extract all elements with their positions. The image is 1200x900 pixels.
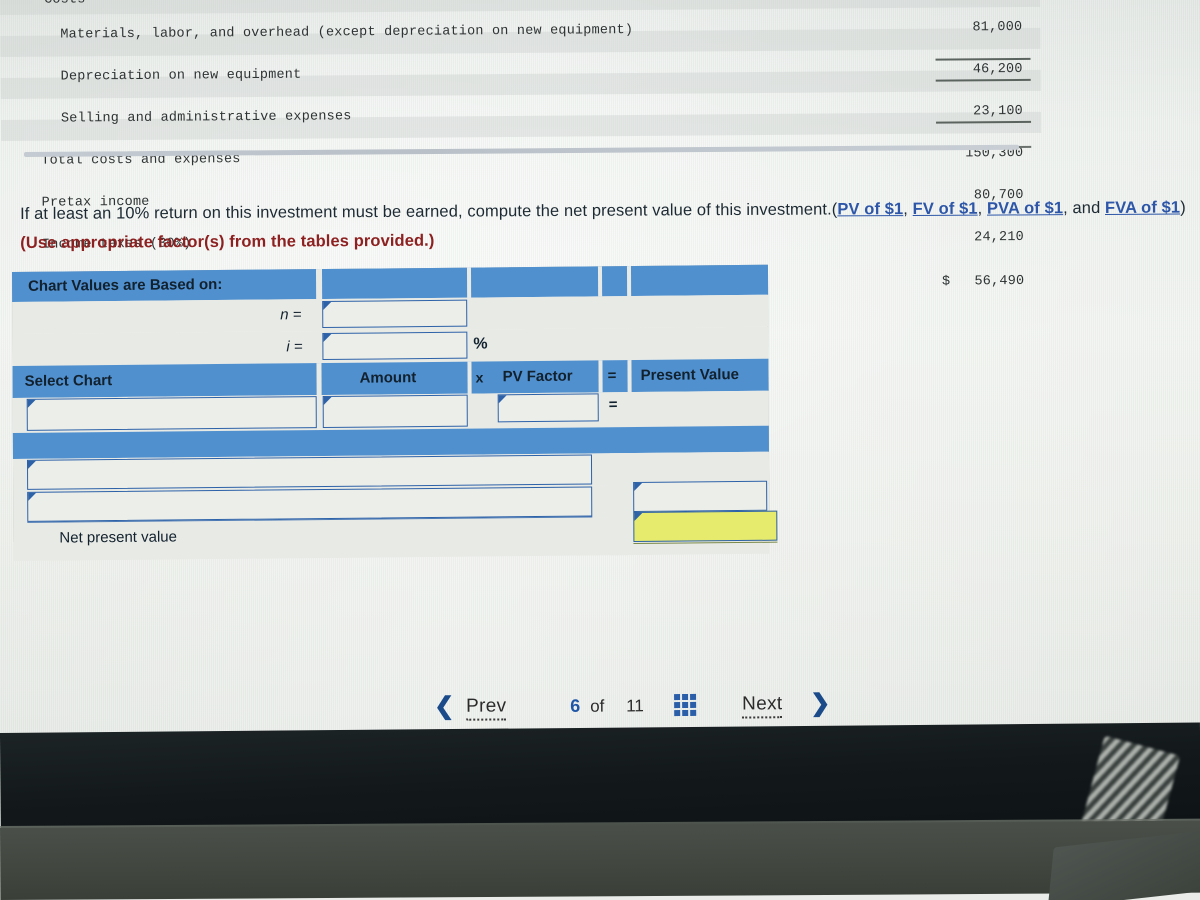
pv-factor-header: PV Factor — [502, 367, 573, 386]
income-statement: Costs Materials, labor, and overhead (ex… — [0, 0, 1042, 297]
times-header: x — [475, 369, 484, 386]
link-pv-of-1[interactable]: PV of $1 — [837, 200, 903, 218]
currency-symbol: $ — [941, 274, 951, 290]
statement-row-value: 46,200 — [972, 61, 1023, 78]
select-chart-header: Select Chart — [24, 372, 113, 390]
grid-3x3-icon[interactable] — [674, 693, 697, 717]
amount-header: Amount — [359, 369, 417, 387]
next-button[interactable]: Next — [742, 693, 783, 719]
present-value-header: Present Value — [640, 366, 739, 384]
chevron-left-icon[interactable]: ❮ — [434, 692, 454, 721]
question-comma-2: , — [977, 199, 988, 218]
statement-partial-header: Costs — [44, 0, 86, 11]
grid-cell — [682, 701, 689, 709]
statement-row-value: 56,490 — [974, 273, 1025, 290]
question-comma-1: , — [903, 200, 913, 219]
statement-row-label: Materials, labor, and overhead (except d… — [60, 23, 634, 43]
link-fva-of-1[interactable]: FVA of $1 — [1105, 199, 1180, 217]
desk-surface — [0, 820, 1200, 900]
amount-input[interactable] — [322, 394, 468, 429]
grid-cell — [690, 693, 697, 700]
n-label: n = — [280, 306, 302, 324]
mid-row-b-output-value — [634, 482, 766, 493]
i-input-value — [323, 333, 466, 342]
grid-cell — [690, 701, 697, 708]
desk-object — [1047, 829, 1200, 900]
worksheet-title-gap-1 — [466, 267, 472, 298]
chevron-right-icon[interactable]: ❯ — [810, 689, 830, 718]
statement-row-value: 81,000 — [972, 19, 1023, 36]
prev-button[interactable]: Prev — [466, 695, 507, 721]
statement-row-label: Selling and administrative expenses — [60, 109, 352, 127]
total-page-count: 11 — [626, 696, 644, 716]
column-divider-2 — [467, 361, 472, 394]
i-input[interactable] — [322, 331, 468, 361]
question-instruction: (Use appropriate factor(s) from the tabl… — [20, 231, 435, 252]
question-lead: If at least an 10% return on this invest… — [20, 200, 832, 223]
select-chart-value — [28, 397, 316, 412]
mid-row-b-output[interactable] — [633, 480, 768, 513]
question-and-word: and — [1072, 198, 1106, 218]
pv-factor-input[interactable] — [497, 393, 599, 423]
pager-navigation: ❮ Prev 6 of 11 Next ❯ — [430, 685, 850, 728]
column-divider-4 — [627, 360, 632, 393]
statement-row-label: Depreciation on new equipment — [60, 67, 302, 85]
column-divider-5 — [609, 453, 629, 556]
present-value-output — [632, 391, 767, 426]
npv-worksheet-table: Chart Values are Based on: n = i = % Sel… — [12, 264, 778, 561]
grid-cell — [682, 693, 689, 701]
column-divider-3 — [598, 360, 603, 393]
net-present-value-label: Net present value — [59, 528, 178, 547]
link-fv-of-1[interactable]: FV of $1 — [913, 200, 978, 218]
pv-factor-value — [499, 394, 598, 403]
question-close-paren: ) — [1180, 198, 1186, 217]
n-input-value — [323, 301, 466, 310]
percent-label: % — [473, 335, 488, 353]
net-present-value-answer-input[interactable] — [633, 510, 778, 543]
mid-row-a-output — [632, 452, 768, 485]
photographed-screen-page: Costs Materials, labor, and overhead (ex… — [0, 0, 1200, 740]
grid-cell — [674, 694, 681, 701]
mid-row-a-input[interactable] — [26, 454, 593, 490]
i-label: i = — [286, 338, 303, 356]
grid-cell — [674, 710, 681, 717]
link-pva-of-1[interactable]: PVA of $1 — [987, 199, 1063, 217]
worksheet-title-gap-3 — [626, 266, 632, 297]
equals-header: = — [607, 367, 617, 385]
present-value-value — [633, 392, 767, 405]
net-present-value-answer — [634, 512, 776, 523]
column-divider-1 — [316, 363, 322, 396]
worksheet-title-gap-2 — [597, 266, 603, 297]
select-chart-dropdown[interactable] — [26, 396, 317, 431]
question-text: If at least an 10% return on this invest… — [20, 193, 1200, 258]
page-of-label: of — [590, 696, 605, 716]
statement-row-value: 23,100 — [973, 103, 1024, 120]
current-page-number: 6 — [570, 695, 581, 716]
worksheet-title-label: Chart Values are Based on: — [28, 275, 223, 295]
amount-value — [324, 396, 467, 409]
entry-row-equals: = — [608, 396, 618, 414]
n-input[interactable] — [322, 299, 468, 329]
grid-cell — [674, 702, 681, 709]
grid-cell — [690, 709, 697, 716]
grid-cell — [682, 709, 689, 717]
worksheet-title-cell — [315, 269, 323, 300]
